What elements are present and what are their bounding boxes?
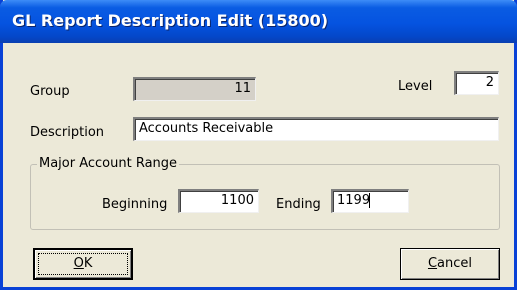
level-field[interactable]: 2 — [454, 71, 499, 95]
cancel-button[interactable]: Cancel — [400, 248, 500, 280]
ending-label: Ending — [276, 197, 321, 212]
dialog-window: GL Report Description Edit (15800) — [0, 0, 517, 290]
title-bar[interactable]: GL Report Description Edit (15800) — [0, 0, 517, 43]
description-label: Description — [30, 125, 105, 140]
ok-button[interactable]: OK — [33, 248, 133, 280]
group-field: 11 — [133, 77, 256, 101]
ok-mnemonic: O — [73, 256, 84, 271]
cancel-mnemonic: C — [427, 256, 438, 271]
ok-label-rest: K — [83, 256, 93, 271]
window-title: GL Report Description Edit (15800) — [12, 11, 329, 30]
text-cursor — [369, 193, 370, 208]
cancel-label-rest: ancel — [437, 256, 473, 271]
description-field[interactable]: Accounts Receivable — [133, 117, 499, 141]
major-account-range-legend: Major Account Range — [37, 156, 180, 171]
group-label: Group — [30, 84, 70, 99]
beginning-label: Beginning — [102, 197, 168, 212]
major-account-range-group: Major Account Range — [30, 156, 500, 230]
level-label: Level — [398, 79, 433, 94]
ending-field[interactable]: 1199 — [331, 189, 409, 213]
beginning-field[interactable]: 1100 — [178, 189, 259, 213]
